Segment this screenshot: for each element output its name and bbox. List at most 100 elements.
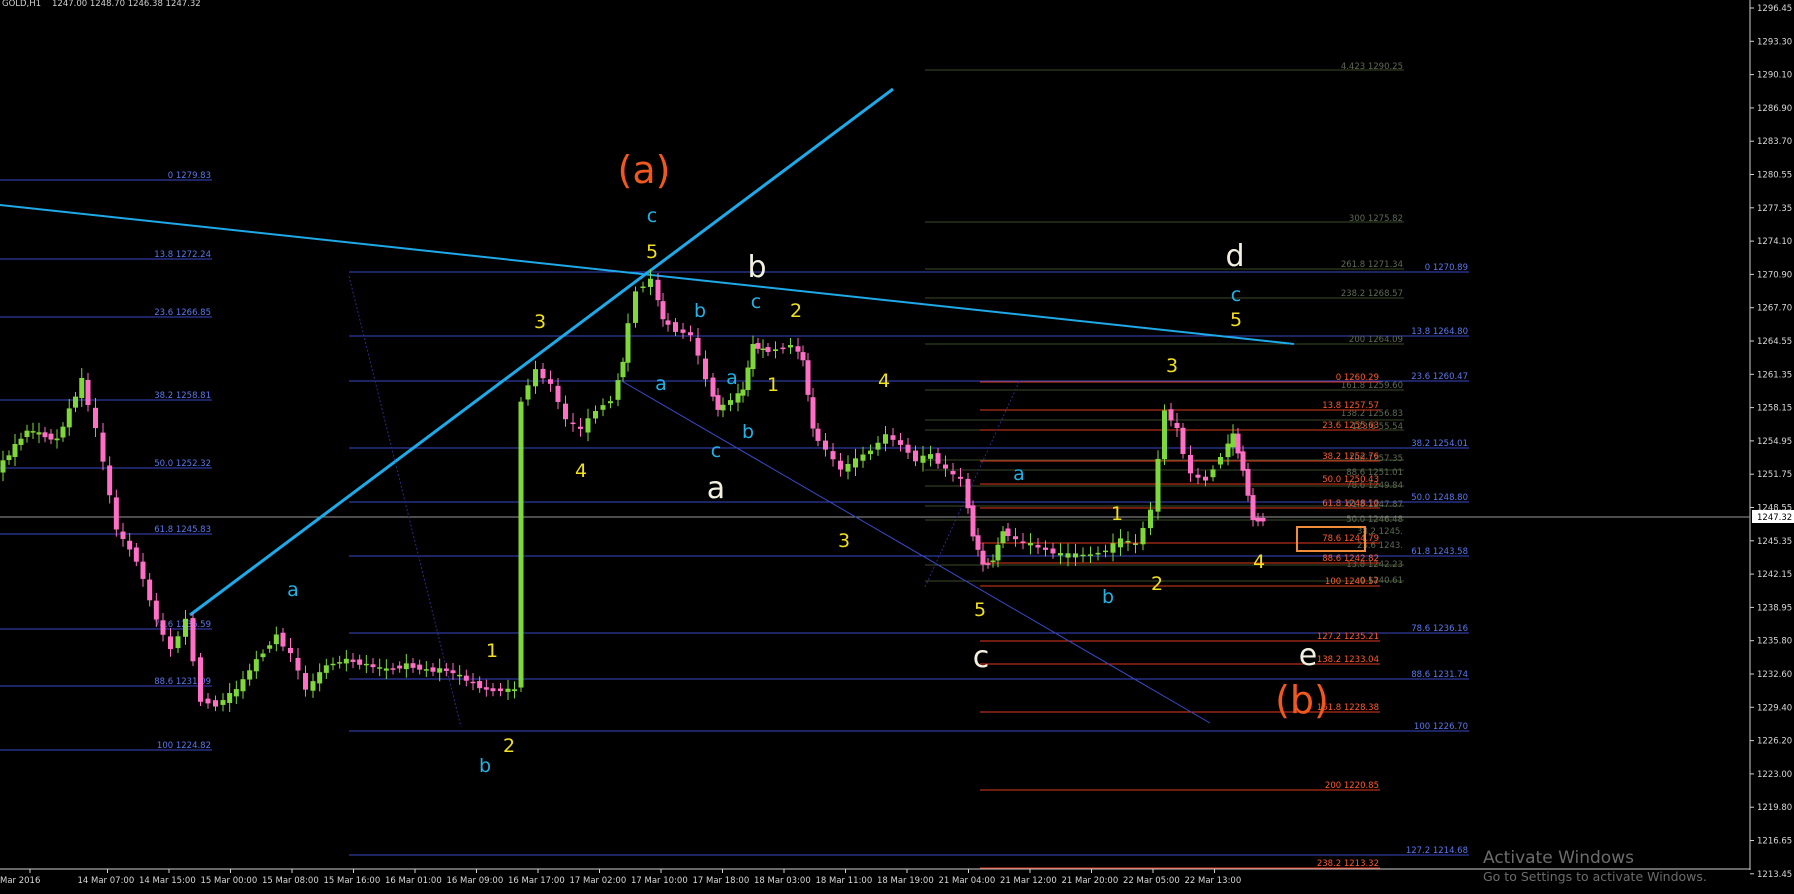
candle-bull — [1155, 458, 1161, 512]
candle-bear — [1174, 422, 1180, 429]
svg-text:61.8 1248.10: 61.8 1248.10 — [1322, 499, 1379, 509]
wave-label-1-mid: 1 — [767, 374, 779, 396]
candle-bull — [745, 367, 751, 390]
price-tick-label: 1280.55 — [1757, 171, 1792, 181]
candle-bear — [190, 618, 196, 662]
price-tick-label: 1245.35 — [1757, 537, 1792, 547]
svg-text:127.2 1214.68: 127.2 1214.68 — [1406, 846, 1468, 856]
candle-bull — [1058, 553, 1063, 556]
svg-text:88.6 1231.74: 88.6 1231.74 — [1411, 670, 1468, 680]
svg-text:0 1260.29: 0 1260.29 — [1336, 373, 1379, 383]
candle-bear — [660, 301, 666, 320]
candle-bear — [805, 360, 811, 395]
svg-text:23.6 1255.63: 23.6 1255.63 — [1322, 421, 1379, 431]
price-tick-label: 1251.75 — [1757, 470, 1792, 480]
candle-bull — [227, 693, 233, 703]
candle-bull — [343, 658, 349, 664]
candle-bear — [570, 422, 576, 425]
time-tick-label: 22 Mar 13:00 — [1185, 876, 1242, 886]
candle-bear — [48, 433, 54, 440]
candle-bear — [950, 470, 956, 475]
svg-text:200 1220.85: 200 1220.85 — [1325, 781, 1379, 791]
wave-label-e-white: e — [1299, 638, 1317, 673]
candle-bull — [183, 618, 188, 637]
svg-text:100 1240.57: 100 1240.57 — [1325, 577, 1379, 587]
candle-bull — [512, 689, 517, 692]
candle-bull — [310, 681, 316, 691]
svg-text:38.2 1258.81: 38.2 1258.81 — [154, 391, 211, 401]
wave-label-3-mid: 3 — [838, 530, 850, 552]
price-tick-label: 1270.90 — [1757, 270, 1792, 280]
candle-bull — [323, 665, 329, 673]
time-tick-label: 17 Mar 10:00 — [631, 876, 688, 886]
candle-bull — [740, 389, 746, 396]
candle-bull — [648, 278, 653, 287]
candle-bear — [1188, 454, 1193, 474]
candle-bull — [36, 432, 42, 435]
candle-bear — [540, 368, 546, 379]
wave-label-1-left: 1 — [486, 640, 498, 662]
candle-bear — [898, 440, 903, 445]
candle-bear — [100, 432, 106, 462]
candle-bear — [133, 547, 139, 562]
candle-bull — [0, 460, 6, 473]
candle-bull — [1118, 538, 1123, 548]
price-chart[interactable]: GOLD,H1 1247.00 1248.70 1246.38 1247.32 … — [0, 0, 1794, 890]
wave-label-c-white: c — [973, 640, 990, 675]
price-tick-label: 1219.80 — [1757, 803, 1792, 813]
candle-bull — [260, 653, 266, 658]
candle-bull — [79, 378, 85, 398]
candle-bull — [1000, 531, 1006, 544]
svg-text:13.8 1272.24: 13.8 1272.24 — [154, 250, 211, 260]
candle-bear — [1245, 468, 1251, 496]
candle-bear — [397, 665, 403, 669]
candle-bull — [383, 668, 389, 671]
candle-bear — [205, 698, 211, 704]
candle-bear — [965, 478, 971, 509]
candle-bull — [788, 345, 793, 348]
candle-bull — [317, 672, 323, 684]
candle-bear — [1043, 547, 1048, 550]
candle-bull — [457, 674, 463, 677]
svg-text:23.6 1260.47: 23.6 1260.47 — [1411, 372, 1468, 382]
chart-window[interactable]: GOLD,H1 1247.00 1248.70 1246.38 1247.32 … — [0, 0, 1794, 890]
price-tick-label: 1290.10 — [1757, 71, 1792, 81]
watermark-subtitle: Go to Settings to activate Windows. — [1483, 869, 1707, 884]
candle-bear — [810, 397, 816, 429]
svg-text:88.6 1242.82: 88.6 1242.82 — [1322, 554, 1379, 564]
svg-text:13.8 1257.57: 13.8 1257.57 — [1322, 401, 1379, 411]
time-tick-label: 14 Mar 15:00 — [139, 876, 196, 886]
candle-bear — [127, 540, 133, 550]
candle-bull — [403, 663, 409, 670]
candle-bear — [1020, 541, 1026, 543]
candle-bull — [1218, 456, 1223, 465]
svg-text:61.8 1243.58: 61.8 1243.58 — [1411, 547, 1468, 557]
svg-text:13.8 1264.80: 13.8 1264.80 — [1411, 327, 1468, 337]
candle-bear — [303, 673, 308, 690]
candle-bull — [330, 663, 336, 666]
candle-bear — [288, 647, 293, 654]
wave-label-b-major: (b) — [1275, 678, 1329, 722]
price-tick-label: 1254.95 — [1757, 437, 1792, 447]
candle-bull — [233, 689, 239, 697]
price-tick-label: 1293.30 — [1757, 37, 1792, 47]
price-tick-label: 1267.70 — [1757, 304, 1792, 314]
time-tick-label: 18 Mar 19:00 — [877, 876, 934, 886]
candle-bull — [267, 645, 273, 649]
time-tick-label: 16 Mar 17:00 — [508, 876, 565, 886]
candle-bear — [578, 426, 583, 429]
time-tick-label: Mar 2016 — [0, 876, 40, 886]
candle-bear — [1250, 495, 1256, 520]
candle-bear — [715, 395, 721, 410]
candle-bull — [525, 385, 531, 400]
candle-bear — [483, 687, 489, 690]
wave-label-a-cyan: a — [655, 373, 667, 395]
candle-bull — [1028, 543, 1033, 546]
wave-label-c-cyan2: c — [711, 440, 721, 462]
candle-bull — [585, 418, 591, 433]
time-tick-label: 16 Mar 09:00 — [447, 876, 504, 886]
candle-bull — [995, 544, 1001, 561]
candle-bull — [593, 411, 598, 419]
candle-bull — [750, 343, 756, 370]
candle-bull — [735, 393, 741, 403]
